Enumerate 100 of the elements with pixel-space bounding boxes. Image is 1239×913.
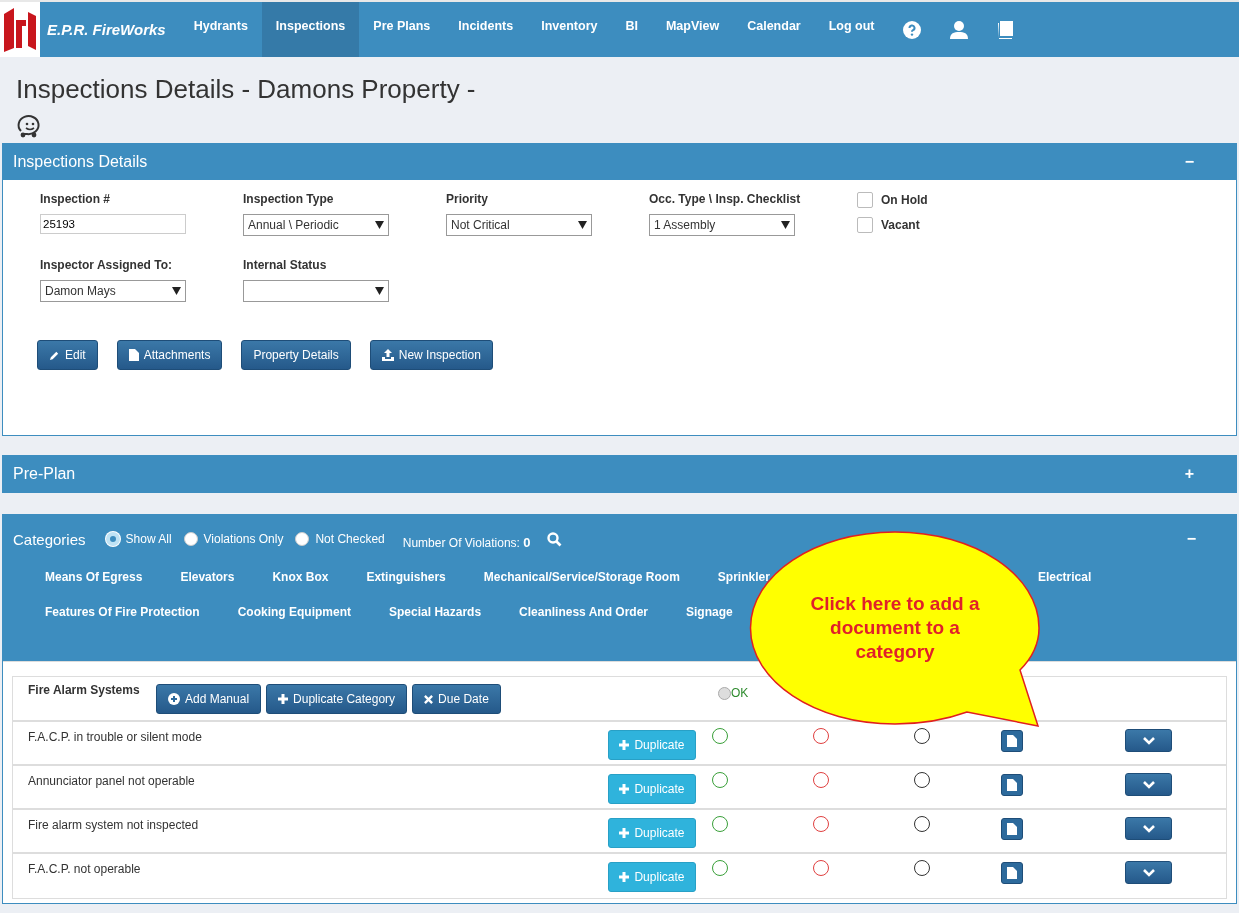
document-button[interactable]	[1001, 862, 1024, 884]
radio-label: Show All	[125, 532, 172, 546]
chevron-down-icon	[1142, 736, 1155, 745]
file-icon	[1007, 779, 1018, 791]
category-tab[interactable]: Elevators	[170, 566, 245, 588]
plus-icon	[619, 872, 630, 882]
field-label: Inspection Type	[243, 192, 335, 206]
nav-link[interactable]: Incidents	[444, 2, 528, 57]
checkbox-label: Vacant	[881, 218, 920, 232]
category-tab[interactable]: Signage	[676, 601, 743, 623]
page-title: Inspections Details - Damons Property -	[16, 74, 477, 105]
logo-icon	[0, 2, 40, 57]
chevron-down-icon	[1142, 868, 1155, 877]
dropdown[interactable]: Not Critical	[446, 214, 592, 236]
panel-title: Inspections Details	[13, 153, 148, 171]
nav-link[interactable]: MapView	[651, 2, 734, 57]
plus-icon	[619, 740, 630, 750]
expand-button[interactable]	[1125, 861, 1173, 884]
violations-count: Number Of Violations: 0	[402, 534, 531, 550]
callout-text: Click here to add a document to a category	[809, 592, 981, 664]
checkbox[interactable]	[857, 217, 873, 233]
file-icon	[1007, 823, 1018, 835]
duplicate-button[interactable]: Duplicate	[607, 818, 697, 848]
plus-circle-icon	[168, 693, 180, 705]
file-icon	[1007, 867, 1018, 879]
dropdown[interactable]: 1 Assembly	[649, 214, 795, 236]
dropdown-arrow-icon	[172, 287, 181, 295]
category-title: Fire Alarm Systems	[28, 683, 141, 697]
category-tab[interactable]: Cooking Equipment	[227, 601, 362, 623]
close-icon	[424, 694, 434, 704]
ok-label: OK	[731, 686, 749, 700]
file-icon	[1007, 735, 1018, 747]
input-field[interactable]: 25193	[40, 214, 186, 234]
field-label: Inspection #	[40, 192, 111, 206]
checklist-item-text: Annunciator panel not operable	[27, 773, 196, 788]
radio-button[interactable]	[718, 686, 731, 700]
expand-button[interactable]	[1125, 773, 1173, 796]
upload-icon	[381, 349, 394, 361]
dropdown-arrow-icon	[578, 221, 587, 229]
checkbox[interactable]	[857, 192, 873, 208]
document-button[interactable]	[1001, 730, 1024, 752]
category-tab[interactable]: Special Hazards	[379, 601, 492, 623]
duplicate-button[interactable]: Duplicate	[607, 862, 697, 892]
category-tab[interactable]: Knox Box	[262, 566, 339, 588]
action-button[interactable]: Attachments	[116, 340, 223, 370]
duplicate-button[interactable]: Duplicate	[607, 774, 697, 804]
action-button[interactable]: Add Manual	[156, 684, 262, 714]
action-button[interactable]: Due Date	[412, 684, 501, 714]
action-button[interactable]: New Inspection	[369, 340, 493, 370]
expand-toggle[interactable]: +	[1184, 465, 1226, 483]
nav-link[interactable]: Log out	[814, 2, 889, 57]
nav-link[interactable]: Calendar	[733, 2, 815, 57]
category-tab[interactable]: Features Of Fire Protection	[35, 601, 210, 623]
plus-icon	[619, 828, 630, 838]
document-button[interactable]	[1001, 818, 1024, 840]
action-button[interactable]: Property Details	[241, 340, 351, 370]
radio-label: Not Checked	[315, 532, 385, 546]
brand-name[interactable]: E.P.R. FireWorks	[47, 21, 166, 38]
action-button[interactable]: Duplicate Category	[266, 684, 408, 714]
dropdown[interactable]: Annual \ Periodic	[243, 214, 389, 236]
field-label: Priority	[446, 192, 489, 206]
dropdown-arrow-icon	[375, 221, 384, 229]
collapse-toggle[interactable]: −	[1186, 530, 1226, 548]
nav-link[interactable]: BI	[611, 2, 652, 57]
duplicate-button[interactable]: Duplicate	[607, 730, 697, 760]
book-icon[interactable]	[996, 20, 1013, 39]
dropdown-arrow-icon	[375, 287, 384, 295]
category-tab[interactable]: Cleanliness And Order	[509, 601, 658, 623]
checkbox-label: On Hold	[881, 193, 928, 207]
checklist-item-text: F.A.C.P. not operable	[27, 861, 142, 876]
chevron-down-icon	[1142, 824, 1155, 833]
plus-icon	[619, 784, 630, 794]
dropdown[interactable]	[243, 280, 389, 302]
search-icon[interactable]	[546, 531, 562, 547]
nav-link[interactable]: Pre Plans	[359, 2, 445, 57]
pencil-icon	[49, 349, 60, 361]
field-label: Internal Status	[243, 258, 328, 272]
document-button[interactable]	[1001, 774, 1024, 796]
dropdown[interactable]: Damon Mays	[40, 280, 186, 302]
panel-title: Pre-Plan	[13, 465, 76, 483]
category-tab[interactable]: Means Of Egress	[35, 566, 153, 588]
nav-link[interactable]: Inventory	[527, 2, 612, 57]
plus-icon	[278, 694, 289, 704]
user-icon[interactable]	[948, 20, 969, 39]
category-tab[interactable]: Extinguishers	[356, 566, 456, 588]
nav-link[interactable]: Inspections	[261, 2, 360, 57]
file-icon	[128, 349, 139, 361]
field-label: Inspector Assigned To:	[40, 258, 173, 272]
expand-button[interactable]	[1125, 729, 1173, 752]
category-tab[interactable]: Mechanical/Service/Storage Room	[473, 566, 690, 588]
expand-button[interactable]	[1125, 817, 1173, 840]
help-icon[interactable]	[902, 20, 921, 39]
chevron-down-icon	[1142, 780, 1155, 789]
category-tab[interactable]: Electrical	[1027, 566, 1102, 588]
action-button[interactable]: Edit	[37, 340, 98, 370]
checklist-item-text: F.A.C.P. in trouble or silent mode	[27, 729, 203, 744]
collapse-toggle[interactable]: −	[1184, 153, 1226, 171]
dropdown-arrow-icon	[781, 221, 790, 229]
field-label: Occ. Type \ Insp. Checklist	[649, 192, 802, 206]
nav-link[interactable]: Hydrants	[179, 2, 262, 57]
